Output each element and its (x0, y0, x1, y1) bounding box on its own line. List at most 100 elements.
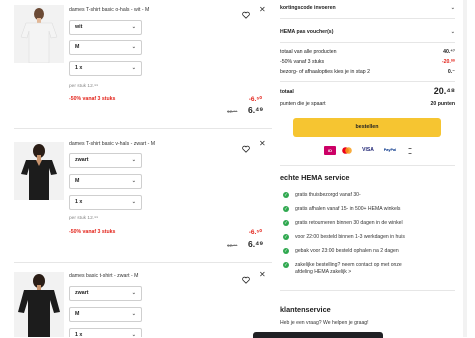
check-icon: ✓ (283, 234, 289, 240)
service-item-text: gratis afhalen vanaf 15- in 500+ HEMA wi… (295, 206, 401, 212)
product-image[interactable] (14, 142, 64, 200)
service-item-text: gratis retourneren binnen 30 dagen in de… (295, 220, 403, 226)
chevron-down-icon: ⌄ (131, 44, 136, 50)
color-select[interactable]: zwart ⌄ (69, 153, 142, 168)
chevron-down-icon: ⌄ (131, 199, 136, 205)
summary-row-label: -50% vanaf 3 stuks (280, 59, 325, 65)
chevron-down-icon: ⌄ (450, 29, 455, 35)
old-price: 12.⁹⁹ (227, 243, 238, 248)
cart-items: dames T-shirt basic o-hals - wit - M ✕ w… (0, 0, 272, 337)
size-select-value: M (75, 44, 80, 50)
divider (280, 165, 455, 166)
check-icon: ✓ (283, 206, 289, 212)
total-label: totaal (280, 89, 294, 95)
new-price: 6.⁴⁹ (248, 239, 264, 249)
chevron-down-icon: ⌄ (131, 65, 136, 71)
product-image[interactable] (14, 5, 64, 63)
divider (280, 18, 455, 19)
check-icon: ✓ (283, 248, 289, 254)
remove-item-icon[interactable]: ✕ (259, 6, 266, 14)
product-image[interactable] (14, 272, 64, 337)
heart-icon[interactable] (242, 271, 250, 284)
product-name[interactable]: dames basic t-shirt - zwart - M (69, 273, 138, 279)
old-price: 12.⁹⁹ (227, 109, 238, 114)
mastercard-icon (341, 146, 353, 155)
size-select-value: M (75, 178, 80, 184)
cart-item-1: dames T-shirt basic o-hals - wit - M ✕ w… (0, 0, 272, 125)
service-title: echte HEMA service (280, 173, 350, 182)
service-item-text: zakelijke bestelling? neem contact op me… (295, 262, 402, 268)
chevron-down-icon: ⌄ (131, 24, 136, 30)
bottom-overlay-bar (253, 332, 383, 338)
paypal-icon: PayPal (383, 148, 397, 152)
points-value: 20 punten (430, 101, 456, 107)
product-name[interactable]: dames T-shirt basic o-hals - wit - M (69, 7, 149, 13)
discount-amount: -6.⁵⁰ (248, 229, 262, 236)
points-label: punten die je spaart (280, 101, 326, 107)
size-select[interactable]: M ⌄ (69, 307, 142, 322)
afterpay-icon: ▬ ▬ (408, 146, 412, 155)
remove-item-icon[interactable]: ✕ (259, 271, 266, 279)
size-select[interactable]: M ⌄ (69, 174, 142, 189)
check-icon: ✓ (283, 192, 289, 198)
heart-icon[interactable] (242, 140, 250, 153)
order-summary: kortingscode invoeren ⌄ HEMA pas voucher… (280, 0, 455, 337)
customer-service-title: klantenservice (280, 305, 331, 314)
chevron-down-icon: ⌄ (131, 178, 136, 184)
divider (280, 42, 455, 43)
quantity-select-value: 1 x (75, 199, 83, 205)
voucher-label: HEMA pas voucher(s) (280, 29, 334, 35)
color-select-value: wit (75, 24, 83, 30)
quantity-select[interactable]: 1 x ⌄ (69, 195, 142, 210)
size-select-value: M (75, 311, 80, 317)
divider (280, 290, 455, 291)
ideal-icon: iD (324, 146, 336, 155)
heart-icon[interactable] (242, 6, 250, 19)
customer-service-text: Heb je een vraag? We helpen je graag! (280, 320, 369, 326)
summary-row-value: 0.⁻ (447, 69, 455, 75)
remove-item-icon[interactable]: ✕ (259, 140, 266, 148)
scrollbar[interactable] (463, 0, 467, 337)
chevron-down-icon: ⌄ (450, 5, 455, 11)
promo-label: -50% vanaf 3 stuks (69, 229, 116, 235)
chevron-down-icon: ⌄ (131, 290, 136, 296)
summary-total: totaal 20.⁴⁸ (280, 86, 455, 100)
quantity-select-value: 1 x (75, 65, 83, 71)
promo-label: -50% vanaf 3 stuks (69, 96, 116, 102)
new-price: 6.⁴⁹ (248, 105, 264, 115)
color-select[interactable]: zwart ⌄ (69, 286, 142, 301)
discount-amount: -6.⁵⁰ (248, 96, 262, 103)
quantity-select-value: 1 x (75, 332, 83, 337)
check-icon: ✓ (283, 262, 289, 268)
divider (280, 81, 455, 82)
service-item-text: gratis thuisbezorgd vanaf 30- (295, 192, 361, 198)
chevron-down-icon: ⌄ (131, 157, 136, 163)
chevron-down-icon: ⌄ (131, 311, 136, 317)
total-value: 20.⁴⁸ (433, 86, 455, 96)
cart-item-2: dames T-shirt basic v-hals - zwart - M ✕… (0, 137, 272, 257)
size-select[interactable]: M ⌄ (69, 40, 142, 55)
discount-code-label: kortingscode invoeren (280, 5, 336, 11)
summary-row-value: -20.⁰⁰ (441, 59, 455, 65)
check-icon: ✓ (283, 220, 289, 226)
product-name[interactable]: dames T-shirt basic v-hals - zwart - M (69, 141, 155, 147)
visa-icon: VISA (362, 147, 374, 153)
color-select-value: zwart (75, 290, 89, 296)
per-item-price: per stuk 12.⁹⁹ (69, 84, 99, 89)
divider (14, 262, 272, 263)
summary-row-label: bezorg- of afhaalopties kies je in stap … (280, 69, 370, 75)
summary-row-value: 40.⁴⁷ (443, 49, 455, 55)
service-item-text: voor 22:00 besteld binnen 1-3 werkdagen … (295, 234, 405, 240)
per-item-price: per stuk 12.⁹⁹ (69, 216, 99, 221)
quantity-select[interactable]: 1 x ⌄ (69, 61, 142, 76)
summary-row-label: totaal van alle producten (280, 49, 337, 55)
service-item-text: gebak voor 23:00 besteld ophalen na 2 da… (295, 248, 399, 254)
chevron-down-icon: ⌄ (131, 332, 136, 337)
quantity-select[interactable]: 1 x ⌄ (69, 328, 142, 337)
cart-item-3: dames basic t-shirt - zwart - M ✕ zwart ⌄… (0, 268, 272, 337)
color-select-value: zwart (75, 157, 89, 163)
divider (14, 128, 272, 129)
order-button[interactable]: bestellen (293, 118, 441, 137)
color-select[interactable]: wit ⌄ (69, 20, 142, 35)
business-link[interactable]: afdeling HEMA zakelijk > (295, 269, 351, 275)
